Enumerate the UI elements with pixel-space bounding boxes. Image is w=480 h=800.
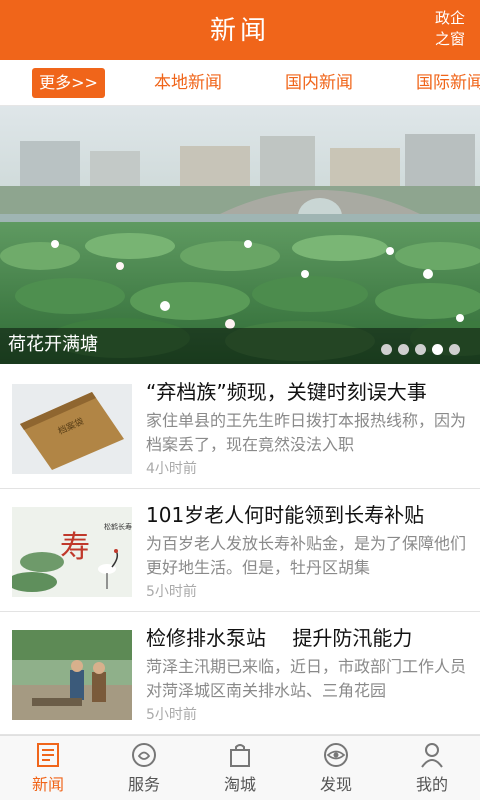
- carousel-dot[interactable]: [381, 344, 392, 355]
- nav-item-service[interactable]: 服务: [96, 736, 192, 800]
- news-list-item[interactable]: 检修排水泵站 提升防汛能力 菏泽主汛期已来临，近日，市政部门工作人员对菏泽城区南…: [0, 613, 480, 735]
- banner-carousel[interactable]: 荷花开满塘: [0, 106, 480, 364]
- app-screen: 新闻 政企 之窗 更多>> 本地新闻 国内新闻 国际新闻 荷花开满塘 档案袋 “…: [0, 0, 480, 800]
- person-icon: [421, 743, 443, 768]
- news-time: 5小时前: [146, 707, 197, 723]
- news-title: 检修排水泵站 提升防汛能力: [146, 626, 413, 650]
- carousel-dot[interactable]: [398, 344, 409, 355]
- thumb-title-text: 松鹤长寿: [104, 522, 132, 531]
- category-tab-bar: 更多>> 本地新闻 国内新闻 国际新闻: [0, 60, 480, 106]
- bottom-navigation: 新闻 服务 淘城 发现 我的: [0, 735, 480, 800]
- nav-item-news[interactable]: 新闻: [0, 736, 96, 800]
- more-categories-button[interactable]: 更多>>: [32, 68, 105, 98]
- page-title: 新闻: [209, 16, 270, 46]
- news-time: 5小时前: [146, 584, 197, 600]
- news-list-item[interactable]: 寿 松鹤长寿 101岁老人何时能领到长寿补贴 为百岁老人发放长寿补贴金，是为了保…: [0, 490, 480, 612]
- service-icon: [132, 743, 156, 767]
- news-title: “弃档族”频现，关键时刻误大事: [146, 380, 427, 404]
- tab-international-news[interactable]: 国际新闻: [416, 70, 480, 96]
- carousel-dot[interactable]: [449, 344, 460, 355]
- news-thumbnail-workers-pump-station: [12, 630, 132, 720]
- nav-label: 新闻: [31, 775, 64, 794]
- news-title: 101岁老人何时能领到长寿补贴: [146, 503, 425, 527]
- gov-enterprise-label-line2: 之窗: [434, 30, 465, 48]
- news-list-item[interactable]: 档案袋 “弃档族”频现，关键时刻误大事 家住单县的王先生昨日拨打本报热线称，因为…: [0, 367, 480, 489]
- banner-caption: 荷花开满塘: [8, 334, 98, 355]
- carousel-dot[interactable]: [415, 344, 426, 355]
- discover-eye-icon: [324, 743, 348, 767]
- news-summary: 菏泽主汛期已来临，近日，市政部门工作人员对菏泽城区南关排水站、三角花园: [146, 657, 467, 700]
- header-bar: 新闻 政企 之窗: [0, 0, 480, 60]
- tab-domestic-news[interactable]: 国内新闻: [285, 70, 353, 96]
- shopping-bag-icon: [230, 744, 250, 767]
- banner-image-lotus-pond: [0, 106, 480, 364]
- banner-caption-bar: 荷花开满塘: [0, 328, 480, 364]
- carousel-dot-active[interactable]: [432, 344, 443, 355]
- nav-item-shop[interactable]: 淘城: [192, 736, 288, 800]
- nav-label: 服务: [127, 775, 160, 794]
- thumb-calligraphy-text: 寿: [60, 530, 90, 565]
- nav-label: 淘城: [223, 775, 256, 794]
- news-summary: 家住单县的王先生昨日拨打本报热线称，因为档案丢了，现在竟然没法入职: [146, 411, 467, 454]
- gov-enterprise-label-line1: 政企: [434, 9, 465, 27]
- gov-enterprise-window-button[interactable]: 政企 之窗: [430, 8, 470, 50]
- news-thumbnail-longevity-painting: 寿 松鹤长寿: [12, 507, 132, 597]
- tab-local-news[interactable]: 本地新闻: [154, 70, 222, 96]
- news-time: 4小时前: [146, 461, 197, 477]
- nav-item-discover[interactable]: 发现: [288, 736, 384, 800]
- carousel-indicator: [375, 340, 460, 355]
- news-icon: [37, 743, 59, 767]
- nav-label: 我的: [415, 775, 448, 794]
- news-thumbnail-archive-folder: 档案袋: [12, 384, 132, 474]
- news-summary: 为百岁老人发放长寿补贴金，是为了保障他们更好地生活。但是，牡丹区胡集: [146, 534, 467, 577]
- nav-label: 发现: [319, 775, 352, 794]
- nav-item-mine[interactable]: 我的: [384, 736, 480, 800]
